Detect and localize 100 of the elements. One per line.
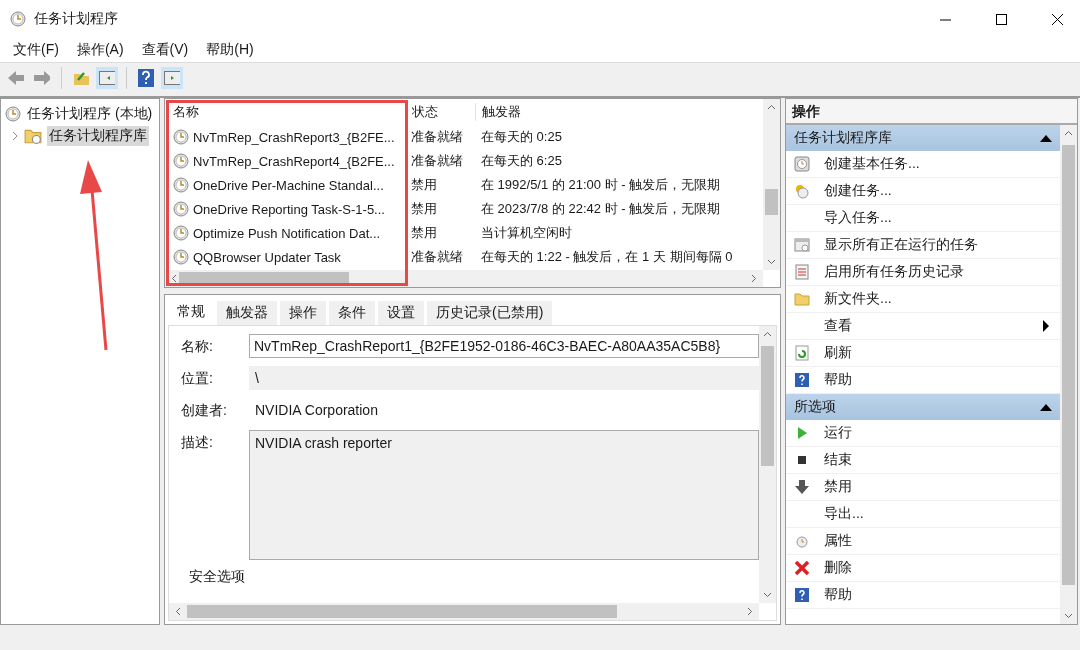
scroll-right-icon[interactable] bbox=[751, 274, 757, 283]
scroll-down-icon[interactable] bbox=[1064, 613, 1073, 619]
action-item[interactable]: 结束 bbox=[824, 451, 1060, 469]
task-trigger: 在每天的 1:22 - 触发后，在 1 天 期间每隔 0 bbox=[480, 248, 734, 266]
scroll-down-icon[interactable] bbox=[767, 259, 776, 265]
task-clock-icon bbox=[173, 153, 189, 169]
scroll-thumb[interactable] bbox=[1062, 145, 1075, 585]
action-item[interactable]: 帮助 bbox=[824, 586, 1060, 604]
tree-item[interactable]: 任务计划程序库 bbox=[47, 126, 149, 146]
task-name: OneDrive Reporting Task-S-1-5... bbox=[193, 201, 385, 217]
field-label: 位置: bbox=[181, 369, 214, 388]
task-clock-icon bbox=[173, 225, 189, 241]
help-button[interactable] bbox=[135, 67, 157, 89]
collapse-icon[interactable] bbox=[1040, 403, 1052, 411]
tab[interactable]: 设置 bbox=[378, 301, 424, 325]
field-label: 名称: bbox=[181, 337, 214, 356]
scroll-up-icon[interactable] bbox=[1064, 130, 1073, 136]
task-name: NvTmRep_CrashReport4_{B2FE... bbox=[193, 153, 395, 169]
task-trigger: 当计算机空闲时 bbox=[480, 224, 573, 242]
task-name: Optimize Push Notification Dat... bbox=[193, 225, 381, 241]
scroll-right-icon[interactable] bbox=[747, 607, 753, 616]
section-header[interactable]: 任务计划程序库 bbox=[786, 125, 1060, 151]
app-clock-icon bbox=[10, 11, 26, 27]
action-item[interactable]: 删除 bbox=[824, 559, 1060, 577]
description-field[interactable]: NVIDIA crash reporter bbox=[249, 430, 759, 560]
action-item[interactable]: 属性 bbox=[824, 532, 1060, 550]
horizontal-scrollbar[interactable] bbox=[169, 603, 759, 620]
task-status: 禁用 bbox=[410, 200, 438, 218]
scroll-left-icon[interactable] bbox=[175, 607, 181, 616]
field-label: 描述: bbox=[181, 433, 214, 452]
task-name: NvTmRep_CrashReport3_{B2FE... bbox=[193, 129, 395, 145]
tab[interactable]: 历史记录(已禁用) bbox=[427, 301, 553, 325]
window-title: 任务计划程序 bbox=[34, 10, 119, 28]
section-header[interactable]: 所选项 bbox=[786, 394, 1060, 420]
tab[interactable]: 操作 bbox=[280, 301, 326, 325]
action-item[interactable]: 导入任务... bbox=[824, 209, 1060, 227]
task-clock-icon bbox=[173, 129, 189, 145]
tree-item[interactable]: 任务计划程序 (本地) bbox=[25, 104, 155, 124]
scroll-up-icon[interactable] bbox=[763, 331, 772, 337]
horizontal-scrollbar[interactable] bbox=[165, 270, 763, 287]
menu-item[interactable]: 文件(F) bbox=[4, 41, 68, 59]
task-status: 禁用 bbox=[410, 224, 438, 242]
task-status: 禁用 bbox=[410, 176, 438, 194]
scroll-thumb[interactable] bbox=[765, 189, 778, 215]
down-arrow-icon bbox=[794, 479, 810, 495]
task-trigger: 在 1992/5/1 的 21:00 时 - 触发后，无限期 bbox=[480, 176, 722, 194]
task-status: 准备就绪 bbox=[410, 152, 464, 170]
task-status: 准备就绪 bbox=[410, 248, 464, 266]
tab[interactable]: 触发器 bbox=[217, 301, 277, 325]
scroll-thumb[interactable] bbox=[187, 605, 617, 618]
menu-item[interactable]: 操作(A) bbox=[67, 41, 133, 59]
action-item[interactable]: 新文件夹... bbox=[824, 290, 1060, 308]
action-item[interactable]: 刷新 bbox=[824, 344, 1060, 362]
name-field[interactable]: NvTmRep_CrashReport1_{B2FE1952-0186-46C3-BAEC-A80AA35AC5B8} bbox=[249, 334, 759, 358]
action-item[interactable]: 创建基本任务... bbox=[824, 155, 1060, 173]
task-name: QQBrowser Updater Task bbox=[193, 249, 341, 265]
list-icon bbox=[794, 264, 810, 280]
help-icon bbox=[794, 587, 810, 603]
scroll-up-icon[interactable] bbox=[767, 104, 776, 110]
field-label: 创建者: bbox=[181, 401, 228, 420]
help-icon bbox=[794, 372, 810, 388]
task-trigger: 在每天的 6:25 bbox=[480, 152, 563, 170]
location-value: \ bbox=[249, 366, 759, 390]
task-clock-icon bbox=[173, 177, 189, 193]
show-tree-button[interactable] bbox=[96, 67, 118, 89]
delete-icon bbox=[794, 560, 810, 576]
action-item[interactable]: 禁用 bbox=[824, 478, 1060, 496]
menu-item[interactable]: 查看(V) bbox=[132, 41, 198, 59]
task-trigger: 在 2023/7/8 的 22:42 时 - 触发后，无限期 bbox=[480, 200, 722, 218]
window-icon bbox=[794, 237, 810, 253]
clock-icon bbox=[794, 156, 810, 172]
maximize-icon[interactable] bbox=[995, 13, 1007, 25]
action-item[interactable]: 显示所有正在运行的任务 bbox=[824, 236, 1060, 254]
menu-item[interactable]: 帮助(H) bbox=[197, 41, 263, 59]
action-item[interactable]: 查看 bbox=[824, 317, 1028, 335]
clock-icon bbox=[5, 106, 21, 122]
column-header[interactable]: 名称 bbox=[165, 103, 405, 121]
action-item[interactable]: 运行 bbox=[824, 424, 1060, 442]
action-item[interactable]: 启用所有任务历史记录 bbox=[824, 263, 1060, 281]
action-item[interactable]: 导出... bbox=[824, 505, 1060, 523]
scroll-left-icon[interactable] bbox=[171, 274, 177, 283]
action-item[interactable]: 创建任务... bbox=[824, 182, 1060, 200]
close-icon[interactable] bbox=[1051, 13, 1063, 25]
show-action-pane-button[interactable] bbox=[161, 67, 183, 89]
author-value: NVIDIA Corporation bbox=[254, 401, 379, 420]
tab[interactable]: 条件 bbox=[329, 301, 375, 325]
scroll-down-icon[interactable] bbox=[763, 592, 772, 598]
pane-title: 操作 bbox=[786, 99, 1077, 125]
collapse-icon[interactable] bbox=[1040, 134, 1052, 142]
task-clock-icon bbox=[173, 249, 189, 265]
scroll-thumb[interactable] bbox=[761, 346, 774, 466]
task-trigger: 在每天的 0:25 bbox=[480, 128, 563, 146]
vertical-scrollbar[interactable] bbox=[763, 99, 780, 270]
column-header[interactable]: 状态 bbox=[405, 103, 475, 121]
vertical-scrollbar[interactable] bbox=[759, 326, 776, 603]
section-heading: 安全选项 bbox=[188, 568, 246, 586]
task-status: 准备就绪 bbox=[410, 128, 464, 146]
vertical-scrollbar[interactable] bbox=[1060, 125, 1077, 624]
submenu-arrow-icon bbox=[1042, 320, 1050, 332]
action-item[interactable]: 帮助 bbox=[824, 371, 1060, 389]
